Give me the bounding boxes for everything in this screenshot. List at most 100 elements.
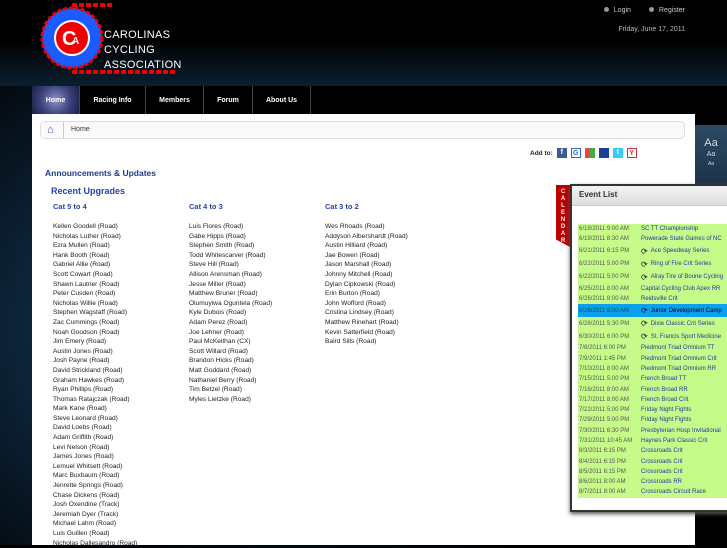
event-name[interactable]: Junior Development Camp: [651, 308, 722, 314]
upgrade-item: Mark Kane (Road): [53, 405, 107, 413]
upgrade-item: Shawn Lautner (Road): [53, 280, 120, 288]
calendar-tab[interactable]: CALENDAR: [556, 185, 570, 247]
font-large-button[interactable]: Aa: [695, 137, 727, 149]
logo[interactable]: C A CAROLINAS CYCLING ASSOCIATION: [36, 2, 181, 74]
event-row[interactable]: 8/3/2011 6:15 PM Crossroads Crit: [578, 446, 727, 456]
google-icon[interactable]: G: [570, 148, 581, 158]
event-row[interactable]: 6/28/2011 5:30 PM ⟳ Dixie Classic Crit Ser…: [578, 317, 727, 330]
event-date: 7/31/2011 10:45 AM: [579, 438, 633, 444]
event-row[interactable]: 7/10/2011 8:00 AM Piedmont Triad Omnium R…: [578, 364, 727, 374]
facebook-icon[interactable]: f: [556, 148, 567, 158]
breadcrumb-home[interactable]: Home: [71, 126, 90, 133]
event-list-popup: Event List 6/18/2011 9:00 AM SC TT Champi…: [570, 184, 727, 512]
current-date: Friday, June 17, 2011: [618, 26, 685, 33]
event-row[interactable]: 6/25/2011 8:00 AM Capital Cycling Club Ap…: [578, 284, 727, 294]
event-name[interactable]: Alray Tire of Boone Cycling: [651, 274, 723, 280]
event-name[interactable]: Powerade State Games of NC: [641, 236, 722, 242]
event-row[interactable]: 6/30/2011 6:00 PM ⟳ St. Francis Sport Medi…: [578, 330, 727, 343]
event-row[interactable]: 7/15/2011 5:00 PM French Broad TT: [578, 374, 727, 384]
event-row[interactable]: 7/29/2011 5:00 PM Friday Night Fights: [578, 415, 727, 425]
event-row[interactable]: 6/18/2011 9:00 AM SC TT Championship: [578, 224, 727, 234]
myspace-icon[interactable]: [598, 148, 609, 158]
event-name[interactable]: Crossroads Circuit Race: [641, 489, 706, 495]
event-row[interactable]: 7/30/2011 6:30 PM Presbyterian Hosp Invit…: [578, 426, 727, 436]
event-name[interactable]: SC TT Championship: [641, 226, 698, 232]
event-row[interactable]: 7/16/2011 8:00 AM French Broad RR: [578, 384, 727, 394]
register-label: Register: [658, 7, 685, 14]
event-name[interactable]: Friday Night Fights: [641, 407, 691, 413]
upgrade-item: Paul McKeithan (CX): [189, 338, 251, 346]
upgrade-item: Levi Nelson (Road): [53, 443, 110, 451]
event-list: 6/18/2011 9:00 AM SC TT Championship 6/19/…: [578, 224, 727, 498]
event-date: 6/26/2011 8:00 AM: [579, 307, 629, 314]
font-small-button[interactable]: Aa: [695, 161, 727, 167]
event-name[interactable]: French Broad Crit: [641, 397, 688, 403]
event-name[interactable]: Friday Night Fights: [641, 417, 691, 423]
event-date: 7/17/2011 8:00 AM: [579, 396, 629, 403]
yahoo-icon[interactable]: Y: [626, 148, 637, 158]
event-row[interactable]: 7/8/2011 6:00 PM Piedmont Triad Omnium TT: [578, 343, 727, 353]
upgrade-item: Steve Leonard (Road): [53, 414, 118, 422]
event-name[interactable]: Crossroads Crit: [641, 469, 683, 475]
event-row[interactable]: 6/19/2011 8:30 AM Powerade State Games of…: [578, 234, 727, 244]
event-date: 7/16/2011 8:00 AM: [579, 386, 629, 393]
twitter-icon[interactable]: t: [612, 148, 623, 158]
event-row[interactable]: 6/22/2011 5:00 PM ⟳ Alray Tire of Boone Cy…: [578, 271, 727, 284]
event-name[interactable]: Piedmont Triad Omnium TT: [641, 345, 715, 351]
event-row[interactable]: 6/21/2011 6:15 PM ⟳ Ace Speedway Series: [578, 245, 727, 258]
nav-home[interactable]: Home: [32, 86, 80, 114]
event-name[interactable]: Reidsville Crit: [641, 296, 678, 302]
event-row[interactable]: 8/7/2011 8:00 AM Crossroads Circuit Race: [578, 487, 727, 497]
upgrade-item: Michael Lahm (Road): [53, 520, 117, 528]
event-name[interactable]: French Broad TT: [641, 376, 686, 382]
event-row[interactable]: 8/4/2011 6:15 PM Crossroads Crit: [578, 456, 727, 466]
upgrade-item: Josh Payne (Road): [53, 357, 110, 365]
event-row[interactable]: 7/22/2011 5:00 PM Friday Night Fights: [578, 405, 727, 415]
nav-racing-info[interactable]: Racing Info: [80, 86, 146, 114]
event-date: 6/19/2011 8:30 AM: [579, 236, 629, 243]
column-heading: Cat 4 to 3: [189, 202, 223, 211]
event-date: 7/15/2011 5:00 PM: [579, 376, 630, 383]
upgrade-item: Austin Jones (Road): [53, 347, 113, 355]
event-date: 6/22/2011 5:00 PM: [579, 261, 630, 268]
event-row[interactable]: 7/9/2011 1:45 PM Piedmont Triad Omnium Cr…: [578, 353, 727, 363]
register-link[interactable]: Register: [648, 7, 685, 14]
nav-forum[interactable]: Forum: [204, 86, 253, 114]
event-row[interactable]: 6/26/2011 8:00 AM Reidsville Crit: [578, 294, 727, 304]
event-row[interactable]: 7/31/2011 10:45 AM Haynes Park Classic Cr…: [578, 436, 727, 446]
event-name[interactable]: Crossroads RR: [641, 479, 682, 485]
event-row[interactable]: 7/17/2011 8:00 AM French Broad Crit: [578, 395, 727, 405]
upgrade-item: Addyson Albershardt (Road): [325, 232, 408, 240]
nav-about-us[interactable]: About Us: [253, 86, 311, 114]
event-name[interactable]: Ring of Fire Crit Series: [651, 261, 712, 267]
upgrade-item: Johnny Mitchell (Road): [325, 270, 393, 278]
nav-members[interactable]: Members: [146, 86, 204, 114]
event-name[interactable]: Haynes Park Classic Crit: [641, 438, 707, 444]
event-name[interactable]: Dixie Classic Crit Series: [651, 321, 715, 327]
msn-icon[interactable]: [584, 148, 595, 158]
upgrade-item: David Loebs (Road): [53, 424, 112, 432]
event-row[interactable]: 6/26/2011 8:00 AM ⟳ Junior Development Cam…: [578, 304, 727, 318]
event-name[interactable]: Capital Cycling Club Apex RR: [641, 286, 720, 292]
event-name[interactable]: Piedmont Triad Omnium Crit: [641, 356, 717, 362]
event-name[interactable]: Crossroads Crit: [641, 448, 683, 454]
recurring-icon: ⟳: [641, 259, 648, 269]
event-date: 8/4/2011 6:15 PM: [579, 458, 626, 465]
upgrade-column-cat3-2: Cat 3 to 2 Wes Rhoads (Road) Addyson Alber…: [325, 202, 408, 347]
upgrade-item: Tim Betzel (Road): [189, 386, 242, 394]
event-name[interactable]: Presbyterian Hosp Invitational: [641, 428, 721, 434]
event-name[interactable]: Crossroads Crit: [641, 459, 683, 465]
event-name[interactable]: Piedmont Triad Omnium RR: [641, 366, 716, 372]
upgrade-item: Scott Willard (Road): [189, 347, 248, 355]
event-row[interactable]: 6/22/2011 5:00 PM ⟳ Ring of Fire Crit Seri…: [578, 258, 727, 271]
event-name[interactable]: French Broad RR: [641, 387, 688, 393]
event-name[interactable]: Ace Speedway Series: [651, 248, 710, 254]
login-link[interactable]: Login: [603, 7, 631, 14]
upgrade-item: Scott Cowart (Road): [53, 270, 113, 278]
event-row[interactable]: 8/6/2011 8:00 AM Crossroads RR: [578, 477, 727, 487]
event-date: 8/5/2011 6:15 PM: [579, 468, 626, 475]
font-medium-button[interactable]: Aa: [695, 151, 727, 158]
event-name[interactable]: St. Francis Sport Medicine: [651, 334, 721, 340]
home-icon[interactable]: ⌂: [47, 124, 54, 136]
event-row[interactable]: 8/5/2011 6:15 PM Crossroads Crit: [578, 467, 727, 477]
